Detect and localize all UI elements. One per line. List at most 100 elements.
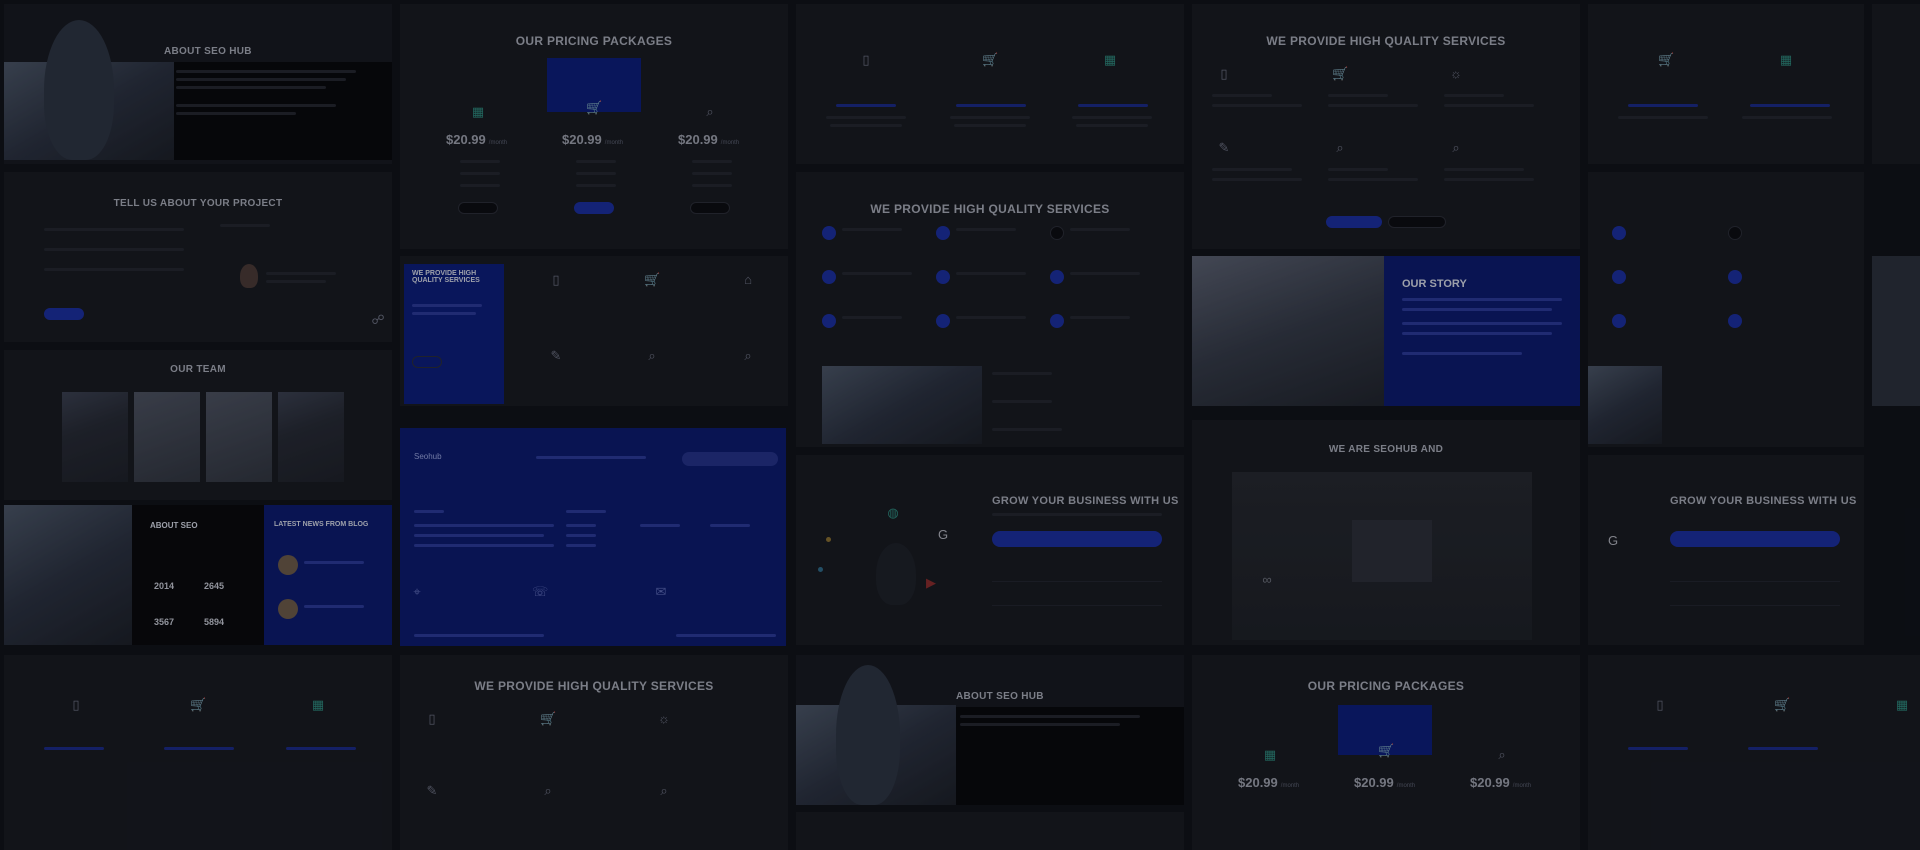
grow-cta-pill[interactable] xyxy=(992,531,1162,547)
team-working-photo xyxy=(822,366,982,444)
plan-price-basic: $20.99/month xyxy=(446,132,508,147)
services-sidebar-button[interactable] xyxy=(412,356,442,368)
calculator-icon: ▦ xyxy=(311,697,325,712)
tile-services-list-right[interactable] xyxy=(1588,172,1864,447)
globe-icon: ◍ xyxy=(887,505,899,520)
bottom-plan-price-featured: $20.99/month xyxy=(1354,775,1416,790)
calculator-icon: ▦ xyxy=(1895,697,1909,712)
services-bottom-title: WE PROVIDE HIGH QUALITY SERVICES xyxy=(474,679,714,693)
glasses-icon: ∞ xyxy=(1262,572,1272,587)
cart-icon: 🛒 xyxy=(982,52,999,67)
grow2-cta-pill[interactable] xyxy=(1670,531,1840,547)
pricing-title: OUR PRICING PACKAGES xyxy=(515,34,673,48)
google-icon: G xyxy=(937,527,949,542)
man-with-glasses-photo xyxy=(4,505,132,645)
team-member-2 xyxy=(134,392,200,482)
mobile-icon: ▯ xyxy=(428,711,436,726)
select-plan-button-premium[interactable] xyxy=(690,202,730,214)
tile-services-icons-bottom[interactable]: ▯ 🛒 ▦ xyxy=(4,655,392,850)
magnifier-icon: ⌕ xyxy=(1452,140,1460,155)
office-desk-photo xyxy=(1192,256,1384,406)
mobile-icon: ▯ xyxy=(862,52,870,67)
our-team-title: OUR TEAM xyxy=(170,364,226,375)
team-member-4 xyxy=(278,392,344,482)
grow-title: GROW YOUR BUSINESS WITH US xyxy=(992,495,1179,507)
location-icon: ⌖ xyxy=(413,584,421,599)
search-icon: ⌕ xyxy=(648,348,656,363)
magnifier-icon: ⌕ xyxy=(660,783,668,798)
tile-tell-us-bottom xyxy=(796,812,1184,850)
mobile-icon: ▯ xyxy=(1220,66,1228,81)
mobile-icon: ▯ xyxy=(552,272,560,287)
google-icon: G xyxy=(1607,533,1619,548)
tile-services-list[interactable]: WE PROVIDE HIGH QUALITY SERVICES xyxy=(796,172,1184,447)
footer-brand: Seohub xyxy=(414,452,442,461)
cart-icon: 🛒 xyxy=(190,697,207,712)
cart-icon: 🛒 xyxy=(1332,66,1349,81)
mobile-icon: ▯ xyxy=(72,697,80,712)
person-silhouette xyxy=(44,20,114,160)
bottom-plan-price-premium: $20.99/month xyxy=(1470,775,1532,790)
youtube-icon: ▶ xyxy=(926,575,936,590)
send-message-button[interactable] xyxy=(44,308,84,320)
search-icon: ⌕ xyxy=(544,783,552,798)
tile-services-icons-right[interactable]: 🛒 ▦ xyxy=(1588,4,1864,164)
tile-grow-business[interactable]: GROW YOUR BUSINESS WITH US ▶ ◍ G xyxy=(796,455,1184,645)
about-bottom-title: ABOUT SEO HUB xyxy=(956,691,1044,702)
team-member-1 xyxy=(62,392,128,482)
tile-about-seo-hub[interactable]: ABOUT SEO HUB xyxy=(4,4,392,164)
tile-services-icons[interactable]: ▯ 🛒 ▦ xyxy=(796,4,1184,164)
cart-icon: 🛒 xyxy=(1378,743,1395,758)
tile-services-sidebar[interactable]: WE PROVIDE HIGH QUALITY SERVICES ▯ 🛒 ⌂ ✎… xyxy=(400,256,788,406)
chat-icon: ✎ xyxy=(1218,140,1230,155)
tile-pricing-bottom[interactable]: OUR PRICING PACKAGES ▦ 🛒 ⌕ $20.99/month … xyxy=(1192,655,1580,850)
pricing-bottom-title: OUR PRICING PACKAGES xyxy=(1307,679,1465,693)
contact-avatar xyxy=(240,264,258,288)
tile-services-grid[interactable]: WE PROVIDE HIGH QUALITY SERVICES ▯ 🛒 ☼ ✎… xyxy=(1192,4,1580,249)
tell-us-title: TELL US ABOUT YOUR PROJECT xyxy=(113,198,283,209)
bulb-icon: ☼ xyxy=(1450,66,1462,81)
tile-edge-right-2 xyxy=(1872,256,1920,406)
our-story-title: OUR STORY xyxy=(1402,278,1467,290)
person-silhouette-bottom xyxy=(836,665,900,805)
services-mid-title: WE PROVIDE HIGH QUALITY SERVICES xyxy=(412,270,480,284)
about-seo-title: ABOUT SEO xyxy=(150,521,198,530)
search-icon: ⌕ xyxy=(1336,140,1344,155)
tile-tell-us[interactable]: TELL US ABOUT YOUR PROJECT ☍ xyxy=(4,172,392,342)
select-plan-button-featured[interactable] xyxy=(574,202,614,214)
latest-news-title: LATEST NEWS FROM BLOG xyxy=(274,521,369,528)
tile-edge-right xyxy=(1872,4,1920,164)
tile-grow-business-right[interactable]: GROW YOUR BUSINESS WITH US G xyxy=(1588,455,1864,645)
tile-we-are-seohub[interactable]: WE ARE SEOHUB AND ∞ xyxy=(1192,420,1580,645)
tile-our-story[interactable]: OUR STORY xyxy=(1192,256,1580,406)
services-blue-panel xyxy=(404,264,504,404)
mail-icon: ✉ xyxy=(655,584,667,599)
bulb-icon: ☼ xyxy=(658,711,670,726)
tile-our-team[interactable]: OUR TEAM xyxy=(4,350,392,500)
tile-pricing[interactable]: OUR PRICING PACKAGES ▦ 🛒 ⌕ $20.99/month … xyxy=(400,4,788,249)
tile-footer[interactable]: Seohub ⌖ ☏ ✉ xyxy=(400,428,786,646)
tile-about-seo-hub-bottom[interactable]: ABOUT SEO HUB xyxy=(796,655,1184,805)
about-dark-panel-bottom xyxy=(956,707,1184,805)
tile-services-grid-bottom[interactable]: WE PROVIDE HIGH QUALITY SERVICES ▯ 🛒 ☼ ✎… xyxy=(400,655,788,850)
select-plan-button-basic[interactable] xyxy=(458,202,498,214)
tile-services-icons-bottom-right[interactable]: ▯ 🛒 ▦ xyxy=(1588,655,1920,850)
stat-3: 3567 xyxy=(154,617,175,627)
services-top-title: WE PROVIDE HIGH QUALITY SERVICES xyxy=(1266,34,1506,48)
calculator-icon: ▦ xyxy=(1263,747,1277,762)
stat-2: 2645 xyxy=(204,581,225,591)
cart-icon: 🛒 xyxy=(1774,697,1791,712)
phone-icon: ☏ xyxy=(532,584,549,599)
template-preview-wall: ABOUT SEO HUB OUR PRICING PACKAGES ▦ 🛒 ⌕… xyxy=(0,0,1920,850)
services-primary-button[interactable] xyxy=(1326,216,1382,228)
services-secondary-button[interactable] xyxy=(1388,216,1446,228)
cart-icon: 🛒 xyxy=(644,272,661,287)
about-seo-hub-title: ABOUT SEO HUB xyxy=(164,46,252,57)
mobile-icon: ▯ xyxy=(1656,697,1664,712)
stat-4: 5894 xyxy=(204,617,225,627)
magnifier-icon: ⌕ xyxy=(1498,747,1506,762)
social-links-pill[interactable] xyxy=(682,452,778,466)
tile-about-and-news[interactable]: ABOUT SEO 2014 2645 3567 5894 LATEST NEW… xyxy=(4,505,392,645)
stat-1: 2014 xyxy=(154,581,175,591)
laptop-man-illustration xyxy=(876,543,916,605)
